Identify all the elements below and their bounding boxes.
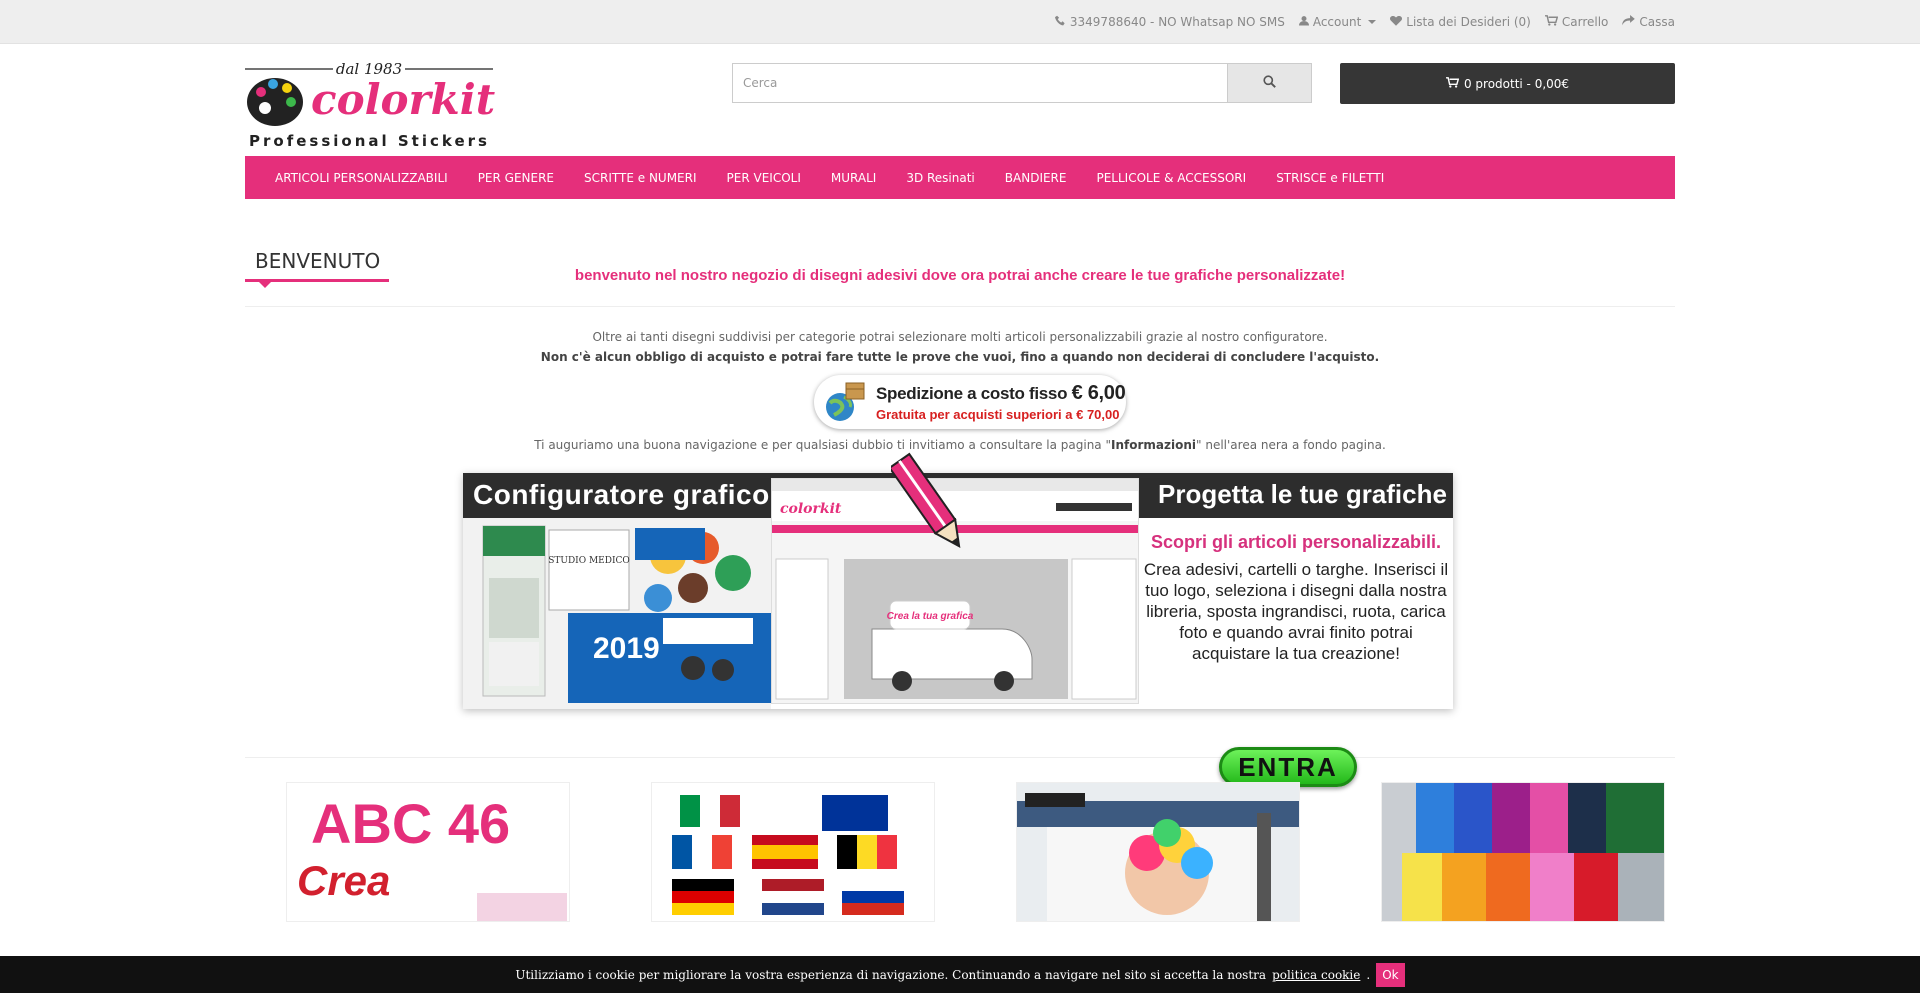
shopping-cart-icon [1445,76,1460,91]
nav-item-murali[interactable]: MURALI [816,171,891,185]
search-bar [732,63,1312,103]
account-dropdown[interactable]: Account [1298,15,1377,29]
intro-line-3-post: " nell'area nera a fondo pagina. [1196,438,1386,452]
intro-line-2: Non c'è alcun obbligo di acquisto e potr… [245,347,1675,367]
checkout-label: Cassa [1639,15,1675,29]
main-nav: ARTICOLI PERSONALIZZABILI PER GENERE SCR… [245,156,1675,199]
logo-tagline: Professional Stickers [249,132,490,150]
cart-summary-label: 0 prodotti - 0,00€ [1463,76,1570,91]
configurator-banner[interactable]: Configuratore grafico Progetta le tue gr… [463,452,1453,709]
user-icon [1298,15,1309,29]
globe-box-icon [824,379,868,426]
shipping-badge: Spedizione a costo fisso € 6,00 Gratuita… [814,375,1126,429]
cart-summary-button[interactable]: 0 prodotti - 0,00€ [1340,63,1675,104]
search-input[interactable] [732,63,1227,103]
intro-line-3-pre: Ti auguriamo una buona navigazione e per… [534,438,1111,452]
banner-title-left: Configuratore grafico [473,479,770,510]
divider [245,757,1675,758]
banner-product-collage: STUDIO MEDICO 2019 [463,518,771,709]
phone-icon [1054,15,1066,29]
cookie-dot: . [1366,967,1371,982]
thumb-pellicole[interactable] [1381,782,1665,922]
checkout-link[interactable]: Cassa [1622,15,1675,29]
cart-label: Carrello [1561,15,1609,29]
thumb-crea-text: Crea [297,857,390,904]
thumb-scritte[interactable]: ABC 46 Crea [286,782,570,922]
cookie-bar: Utilizziamo i cookie per migliorare la v… [0,956,1920,993]
header: dal 1983 colorkit Professional Stickers … [245,44,1675,156]
category-thumbnails: ABC 46 Crea [245,782,1675,922]
intro-line-2-bold: Non c'è alcun obbligo di acquisto e potr… [540,350,1380,364]
banner-description-head: Scopri gli articoli personalizzabili. [1150,532,1442,552]
intro-line-1: Oltre ai tanti disegni suddivisi per cat… [592,330,1328,344]
divider [245,306,1675,307]
banner-title-right: Progetta le tue grafiche [1158,479,1447,509]
phone-text: 3349788640 - NO Whatsap NO SMS [1069,15,1285,29]
chevron-down-icon [1368,20,1377,24]
shipping-line-2: Gratuita per acquisti superiori a € 70,0… [876,407,1120,422]
nav-item-bandiere[interactable]: BANDIERE [990,171,1082,185]
informazioni-link[interactable]: Informazioni [1111,438,1196,452]
shipping-price: € 6,00 [1071,382,1126,404]
cookie-policy-link[interactable]: politica cookie [1272,968,1360,982]
thumb-bandiere[interactable] [651,782,935,922]
mockup-brand-text: colorkit [780,501,842,517]
cookie-text: Utilizziamo i cookie per migliorare la v… [515,967,1267,982]
search-button[interactable] [1227,63,1312,103]
nav-item-articoli-personalizzabili[interactable]: ARTICOLI PERSONALIZZABILI [260,171,463,185]
nav-item-strisce-filetti[interactable]: STRISCE e FILETTI [1261,171,1399,185]
shipping-text: Spedizione a costo fisso € 6,00 Gratuita… [876,382,1126,422]
nav-item-3d-resinati[interactable]: 3D Resinati [891,171,989,185]
title-pointer [259,282,271,288]
cookie-ok-button[interactable]: Ok [1376,962,1405,987]
wishlist-label: Lista dei Desideri (0) [1406,15,1531,29]
banner-description-body: Crea adesivi, cartelli o targhe. Inseris… [1143,560,1449,663]
welcome-heading: BENVENUTO [245,249,1675,288]
nav-item-per-veicoli[interactable]: PER VEICOLI [712,171,816,185]
entra-button[interactable]: ENTRA [1219,747,1357,787]
search-icon [1263,75,1276,91]
heart-icon [1390,15,1403,29]
topbar: 3349788640 - NO Whatsap NO SMS Account L… [0,0,1920,44]
mockup-van-text: Crea la tua grafica [887,611,974,622]
nav-item-scritte-numeri[interactable]: SCRITTE e NUMERI [569,171,712,185]
mockup-sign-text: STUDIO MEDICO [548,556,630,566]
pencil-icon [888,451,971,561]
site-logo[interactable]: dal 1983 colorkit Professional Stickers [245,60,495,150]
topbar-links: 3349788640 - NO Whatsap NO SMS Account L… [245,0,1675,44]
phone-link[interactable]: 3349788640 - NO Whatsap NO SMS [1054,15,1285,29]
nav-item-per-genere[interactable]: PER GENERE [463,171,569,185]
shopping-cart-icon [1544,15,1559,29]
shipping-label: Spedizione a costo fisso [876,384,1068,403]
share-icon [1622,15,1636,29]
thumb-stampa[interactable] [1016,782,1300,922]
cart-link[interactable]: Carrello [1544,15,1609,29]
shipping-line-1: Spedizione a costo fisso € 6,00 [876,382,1126,405]
account-label: Account [1312,15,1362,29]
thumb-abc-text: ABC 46 [311,792,510,855]
mockup-year-text: 2019 [593,632,660,665]
banner-description: Scopri gli articoli personalizzabili. Cr… [1139,518,1453,709]
page-title: BENVENUTO [255,249,381,273]
main-content: BENVENUTO benvenuto nel nostro negozio d… [245,249,1675,922]
wishlist-link[interactable]: Lista dei Desideri (0) [1390,15,1531,29]
nav-item-pellicole-accessori[interactable]: PELLICOLE & ACCESSORI [1081,171,1261,185]
logo-brand: colorkit [311,75,495,124]
